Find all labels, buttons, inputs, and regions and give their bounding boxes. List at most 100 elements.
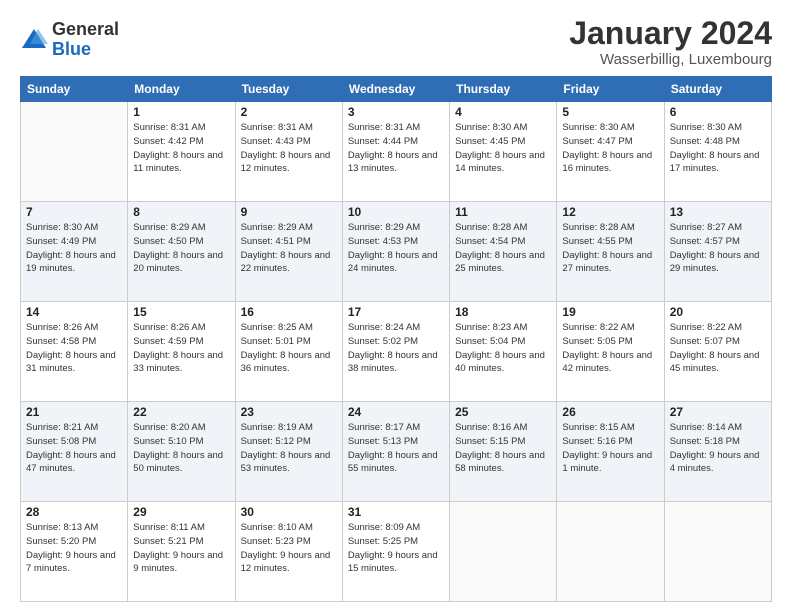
calendar-week-row: 21 Sunrise: 8:21 AM Sunset: 5:08 PM Dayli… — [21, 402, 772, 502]
day-info: Sunrise: 8:17 AM Sunset: 5:13 PM Dayligh… — [348, 421, 444, 476]
calendar-cell — [21, 102, 128, 202]
calendar-cell: 28 Sunrise: 8:13 AM Sunset: 5:20 PM Dayli… — [21, 502, 128, 602]
day-number: 5 — [562, 105, 658, 119]
day-info: Sunrise: 8:13 AM Sunset: 5:20 PM Dayligh… — [26, 521, 122, 576]
day-info: Sunrise: 8:16 AM Sunset: 5:15 PM Dayligh… — [455, 421, 551, 476]
day-info: Sunrise: 8:29 AM Sunset: 4:53 PM Dayligh… — [348, 221, 444, 276]
calendar-cell: 19 Sunrise: 8:22 AM Sunset: 5:05 PM Dayli… — [557, 302, 664, 402]
day-info: Sunrise: 8:21 AM Sunset: 5:08 PM Dayligh… — [26, 421, 122, 476]
calendar-week-row: 14 Sunrise: 8:26 AM Sunset: 4:58 PM Dayli… — [21, 302, 772, 402]
calendar-cell: 22 Sunrise: 8:20 AM Sunset: 5:10 PM Dayli… — [128, 402, 235, 502]
day-info: Sunrise: 8:31 AM Sunset: 4:44 PM Dayligh… — [348, 121, 444, 176]
day-info: Sunrise: 8:27 AM Sunset: 4:57 PM Dayligh… — [670, 221, 766, 276]
calendar-day-header: Monday — [128, 77, 235, 102]
day-info: Sunrise: 8:30 AM Sunset: 4:49 PM Dayligh… — [26, 221, 122, 276]
day-info: Sunrise: 8:28 AM Sunset: 4:54 PM Dayligh… — [455, 221, 551, 276]
calendar-cell: 5 Sunrise: 8:30 AM Sunset: 4:47 PM Daylig… — [557, 102, 664, 202]
day-number: 17 — [348, 305, 444, 319]
day-info: Sunrise: 8:23 AM Sunset: 5:04 PM Dayligh… — [455, 321, 551, 376]
calendar-cell: 7Sunrise: 8:30 AM Sunset: 4:49 PM Daylig… — [21, 202, 128, 302]
day-number: 30 — [241, 505, 337, 519]
day-number: 13 — [670, 205, 766, 219]
day-number: 3 — [348, 105, 444, 119]
day-number: 8 — [133, 205, 229, 219]
calendar-cell: 9 Sunrise: 8:29 AM Sunset: 4:51 PM Daylig… — [235, 202, 342, 302]
page: General Blue January 2024 Wasserbillig, … — [0, 0, 792, 612]
calendar-cell: 18Sunrise: 8:23 AM Sunset: 5:04 PM Dayli… — [450, 302, 557, 402]
logo-text: General Blue — [52, 20, 119, 60]
calendar-day-header: Saturday — [664, 77, 771, 102]
day-number: 31 — [348, 505, 444, 519]
day-info: Sunrise: 8:11 AM Sunset: 5:21 PM Dayligh… — [133, 521, 229, 576]
day-number: 9 — [241, 205, 337, 219]
calendar-cell: 27 Sunrise: 8:14 AM Sunset: 5:18 PM Dayli… — [664, 402, 771, 502]
logo-blue: Blue — [52, 40, 119, 60]
location: Wasserbillig, Luxembourg — [569, 51, 772, 68]
day-number: 22 — [133, 405, 229, 419]
day-info: Sunrise: 8:30 AM Sunset: 4:45 PM Dayligh… — [455, 121, 551, 176]
day-info: Sunrise: 8:19 AM Sunset: 5:12 PM Dayligh… — [241, 421, 337, 476]
day-info: Sunrise: 8:15 AM Sunset: 5:16 PM Dayligh… — [562, 421, 658, 476]
calendar-cell: 13 Sunrise: 8:27 AM Sunset: 4:57 PM Dayli… — [664, 202, 771, 302]
day-info: Sunrise: 8:22 AM Sunset: 5:07 PM Dayligh… — [670, 321, 766, 376]
calendar-cell: 26Sunrise: 8:15 AM Sunset: 5:16 PM Dayli… — [557, 402, 664, 502]
day-number: 27 — [670, 405, 766, 419]
day-number: 6 — [670, 105, 766, 119]
day-number: 4 — [455, 105, 551, 119]
day-info: Sunrise: 8:22 AM Sunset: 5:05 PM Dayligh… — [562, 321, 658, 376]
calendar-week-row: 7Sunrise: 8:30 AM Sunset: 4:49 PM Daylig… — [21, 202, 772, 302]
calendar-cell: 25Sunrise: 8:16 AM Sunset: 5:15 PM Dayli… — [450, 402, 557, 502]
calendar-cell: 14 Sunrise: 8:26 AM Sunset: 4:58 PM Dayli… — [21, 302, 128, 402]
calendar-cell: 8 Sunrise: 8:29 AM Sunset: 4:50 PM Daylig… — [128, 202, 235, 302]
day-number: 10 — [348, 205, 444, 219]
day-number: 21 — [26, 405, 122, 419]
day-number: 24 — [348, 405, 444, 419]
day-info: Sunrise: 8:09 AM Sunset: 5:25 PM Dayligh… — [348, 521, 444, 576]
day-number: 23 — [241, 405, 337, 419]
calendar-table: SundayMondayTuesdayWednesdayThursdayFrid… — [20, 76, 772, 602]
calendar-header-row: SundayMondayTuesdayWednesdayThursdayFrid… — [21, 77, 772, 102]
calendar-cell: 30 Sunrise: 8:10 AM Sunset: 5:23 PM Dayli… — [235, 502, 342, 602]
calendar-cell: 20 Sunrise: 8:22 AM Sunset: 5:07 PM Dayli… — [664, 302, 771, 402]
calendar-cell — [557, 502, 664, 602]
calendar-cell: 16Sunrise: 8:25 AM Sunset: 5:01 PM Dayli… — [235, 302, 342, 402]
calendar-cell: 12 Sunrise: 8:28 AM Sunset: 4:55 PM Dayli… — [557, 202, 664, 302]
day-info: Sunrise: 8:28 AM Sunset: 4:55 PM Dayligh… — [562, 221, 658, 276]
calendar-cell: 2Sunrise: 8:31 AM Sunset: 4:43 PM Daylig… — [235, 102, 342, 202]
day-info: Sunrise: 8:29 AM Sunset: 4:51 PM Dayligh… — [241, 221, 337, 276]
day-number: 11 — [455, 205, 551, 219]
calendar-cell: 11 Sunrise: 8:28 AM Sunset: 4:54 PM Dayli… — [450, 202, 557, 302]
calendar-cell: 21 Sunrise: 8:21 AM Sunset: 5:08 PM Dayli… — [21, 402, 128, 502]
logo-general: General — [52, 20, 119, 40]
day-info: Sunrise: 8:31 AM Sunset: 4:43 PM Dayligh… — [241, 121, 337, 176]
calendar-week-row: 1Sunrise: 8:31 AM Sunset: 4:42 PM Daylig… — [21, 102, 772, 202]
calendar-day-header: Tuesday — [235, 77, 342, 102]
day-number: 28 — [26, 505, 122, 519]
calendar-cell: 23 Sunrise: 8:19 AM Sunset: 5:12 PM Dayli… — [235, 402, 342, 502]
title-block: January 2024 Wasserbillig, Luxembourg — [569, 16, 772, 68]
calendar-cell: 15 Sunrise: 8:26 AM Sunset: 4:59 PM Dayli… — [128, 302, 235, 402]
day-info: Sunrise: 8:29 AM Sunset: 4:50 PM Dayligh… — [133, 221, 229, 276]
day-number: 12 — [562, 205, 658, 219]
day-number: 29 — [133, 505, 229, 519]
day-info: Sunrise: 8:20 AM Sunset: 5:10 PM Dayligh… — [133, 421, 229, 476]
day-number: 19 — [562, 305, 658, 319]
header: General Blue January 2024 Wasserbillig, … — [20, 16, 772, 68]
day-info: Sunrise: 8:30 AM Sunset: 4:47 PM Dayligh… — [562, 121, 658, 176]
calendar-cell: 24 Sunrise: 8:17 AM Sunset: 5:13 PM Dayli… — [342, 402, 449, 502]
day-number: 20 — [670, 305, 766, 319]
day-info: Sunrise: 8:26 AM Sunset: 4:58 PM Dayligh… — [26, 321, 122, 376]
day-info: Sunrise: 8:10 AM Sunset: 5:23 PM Dayligh… — [241, 521, 337, 576]
calendar-cell: 29 Sunrise: 8:11 AM Sunset: 5:21 PM Dayli… — [128, 502, 235, 602]
calendar-day-header: Wednesday — [342, 77, 449, 102]
day-info: Sunrise: 8:14 AM Sunset: 5:18 PM Dayligh… — [670, 421, 766, 476]
day-info: Sunrise: 8:26 AM Sunset: 4:59 PM Dayligh… — [133, 321, 229, 376]
day-number: 15 — [133, 305, 229, 319]
calendar-day-header: Thursday — [450, 77, 557, 102]
calendar-week-row: 28 Sunrise: 8:13 AM Sunset: 5:20 PM Dayli… — [21, 502, 772, 602]
day-number: 14 — [26, 305, 122, 319]
calendar-cell: 1Sunrise: 8:31 AM Sunset: 4:42 PM Daylig… — [128, 102, 235, 202]
calendar-cell: 17Sunrise: 8:24 AM Sunset: 5:02 PM Dayli… — [342, 302, 449, 402]
day-number: 1 — [133, 105, 229, 119]
calendar-cell: 10 Sunrise: 8:29 AM Sunset: 4:53 PM Dayli… — [342, 202, 449, 302]
